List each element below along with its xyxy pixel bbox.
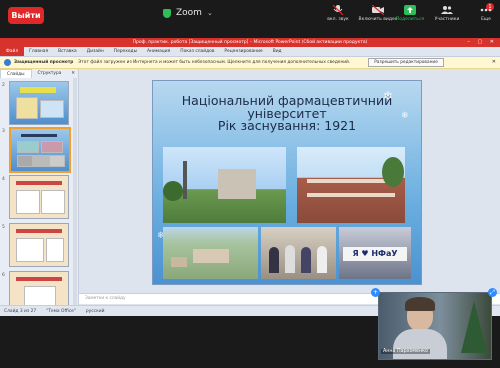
current-slide[interactable]: Національний фармацевтичний університет … [152,80,422,285]
slides-scrollbar[interactable] [73,78,77,305]
thumb-number: 3 [2,129,5,134]
mic-muted-icon [332,5,344,15]
tab-animation[interactable]: Анимация [142,47,175,56]
theme-name: "Тема Office" [46,309,76,314]
tab-view[interactable]: Вид [268,47,287,56]
slide-title: Національний фармацевтичний університет … [153,94,421,133]
tab-insert[interactable]: Вставка [53,47,82,56]
zoom-title-text: Zoom [176,8,202,18]
i-love-nfau-photo: Я ♥ НФаУ [339,227,411,279]
thumb-number: 6 [2,273,5,278]
university-building-photo [297,147,405,223]
share-screen-icon [404,5,416,15]
aerial-campus-photo [163,227,258,279]
chevron-down-icon: ⌄ [206,9,213,17]
pane-tabs: Слайды Структура ✕ [0,69,78,78]
more-icon [480,8,492,12]
video-option-icon[interactable]: ⤢ [488,288,497,297]
participant-video-tile[interactable]: Анна Пархоменко [378,292,492,360]
unmute-button[interactable]: вкл. звук [318,5,358,29]
slide-title-line: Рік заснування: 1921 [217,118,357,133]
language-indicator[interactable]: русский [86,309,105,314]
slide-thumbnail[interactable] [9,81,69,125]
zoom-meeting-title[interactable]: Zoom ⌄ [163,8,213,18]
participants-icon [441,6,453,14]
powerpoint-title-bar: Проф. практик. робота [Защищенный просмо… [0,38,500,47]
ribbon-tabs: Файл Главная Вставка Дизайн Переходы Ани… [0,47,500,57]
tab-review[interactable]: Рецензирование [219,47,267,56]
more-label: Еще [481,17,491,22]
protected-view-label: Защищенный просмотр [14,60,74,65]
participants-label: Участники [434,17,460,22]
leave-meeting-button[interactable]: Выйти [8,7,44,24]
snowflake-icon: ❄ [383,89,394,103]
participant-name: Анна Пархоменко [381,349,430,354]
protected-view-message: Этот файл загружен из Интернета и может … [78,60,351,65]
tab-slideshow[interactable]: Показ слайдов [175,47,219,56]
video-option-icon[interactable]: + [371,288,380,297]
university-campus-photo [163,147,286,223]
slide-thumbnail[interactable] [9,175,69,219]
thumb-number: 4 [2,177,5,182]
slides-panel: Слайды Структура ✕ 2 3 4 5 6 [0,69,79,305]
enable-editing-button[interactable]: Разрешить редактирование [368,58,444,67]
students-photo [261,227,336,279]
participants-button[interactable]: Участники [427,5,467,29]
security-shield-icon [163,8,171,18]
share-screen-button[interactable]: Поделиться [390,5,430,29]
slide-counter: Слайд 3 из 27 [4,309,37,314]
slide-thumbnail[interactable] [9,271,69,305]
slide-thumbnail-selected[interactable] [9,127,71,173]
snowflake-icon: ❄ [401,111,409,121]
close-icon[interactable]: ✕ [68,69,78,78]
thumb-number: 2 [2,83,5,88]
unmute-label: вкл. звук [327,17,349,22]
share-screen-label: Поделиться [395,17,425,22]
window-controls[interactable]: – ▢ ✕ [467,38,497,47]
thumb-number: 5 [2,225,5,230]
tab-file[interactable]: Файл [0,47,25,56]
shield-info-icon [4,59,11,66]
tab-slides[interactable]: Слайды [0,69,32,78]
slide-thumbnail[interactable] [9,223,69,267]
tab-transitions[interactable]: Переходы [109,47,142,56]
tab-outline[interactable]: Структура [32,69,68,78]
nfau-banner-text: Я ♥ НФаУ [343,247,407,261]
tab-design[interactable]: Дизайн [82,47,109,56]
window-title: Проф. практик. робота [Защищенный просмо… [132,40,368,45]
close-icon[interactable]: ✕ [492,59,496,65]
tab-home[interactable]: Главная [24,47,53,56]
video-off-icon [372,5,384,15]
protected-view-bar: Защищенный просмотр Этот файл загружен и… [0,57,500,69]
more-button[interactable]: Еще [466,5,500,29]
